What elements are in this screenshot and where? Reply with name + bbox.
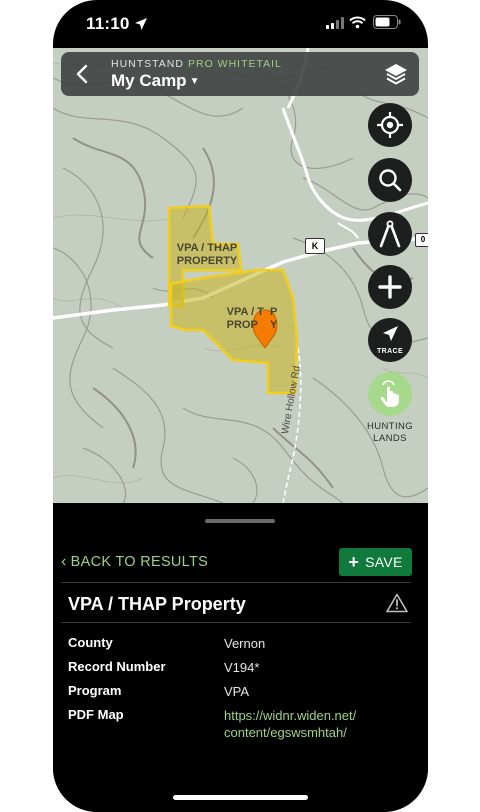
county-value: Vernon	[224, 636, 266, 651]
locate-button[interactable]	[368, 103, 412, 147]
camp-title: My Camp	[111, 71, 187, 90]
home-indicator	[173, 795, 308, 800]
status-time: 11:10	[86, 14, 130, 33]
status-bar: 11:10	[53, 0, 428, 48]
property-label-1: VPA / THAP PROPERTY	[176, 242, 238, 267]
divider	[61, 582, 411, 583]
save-label: SAVE	[365, 554, 403, 570]
program-value: VPA	[224, 684, 250, 699]
property-title: VPA / THAP Property	[68, 594, 246, 614]
add-button[interactable]	[368, 265, 412, 309]
divider	[61, 622, 411, 623]
save-button[interactable]: + SAVE	[339, 548, 412, 576]
chevron-left-icon: ‹	[61, 553, 67, 570]
pdf-map-label: PDF Map	[68, 707, 124, 722]
hunting-lands-button[interactable]	[368, 372, 412, 416]
road-shield-o: 0	[415, 233, 428, 247]
compass-icon	[379, 220, 401, 248]
layers-icon[interactable]	[383, 61, 409, 87]
hunting-lands-icon	[380, 380, 399, 407]
plus-icon: +	[348, 551, 360, 572]
pdf-map-link[interactable]: https://widnr.widen.net/ content/egswsmh…	[224, 707, 394, 741]
record-number-value: V194*	[224, 660, 260, 675]
search-icon	[379, 169, 402, 192]
back-to-results-button[interactable]: ‹ BACK TO RESULTS	[61, 553, 208, 571]
brand-tier: PRO WHITETAIL	[187, 58, 282, 70]
map-header: HUNTSTAND PRO WHITETAIL My Camp ▼	[61, 52, 419, 96]
trace-button[interactable]: TRACE	[368, 318, 412, 362]
brand-label: HUNTSTAND PRO WHITETAIL	[111, 58, 282, 70]
battery-icon	[373, 15, 401, 29]
locate-icon	[377, 112, 403, 138]
brand-name: HUNTSTAND	[111, 58, 184, 70]
trace-label: TRACE	[376, 348, 404, 355]
chevron-down-icon: ▼	[189, 76, 200, 87]
detail-sheet: ‹ BACK TO RESULTS + SAVE VPA / THAP Proper…	[53, 503, 428, 812]
signal-icon	[326, 17, 344, 29]
location-arrow-icon	[135, 18, 147, 30]
phone-screen: VPA / THAP PROPERTY VPA / T P PROP Y K 0…	[53, 0, 428, 812]
back-arrow-icon[interactable]	[71, 62, 95, 86]
camp-selector[interactable]: My Camp ▼	[111, 71, 199, 91]
property-label-2: VPA / T P PROP Y	[226, 306, 278, 331]
wifi-icon	[349, 16, 366, 29]
hunting-lands-label: HUNTING LANDS	[366, 421, 414, 444]
road-shield-k: K	[305, 238, 325, 254]
sheet-grabber[interactable]	[205, 519, 275, 523]
add-icon	[378, 275, 402, 299]
record-number-label: Record Number	[68, 659, 166, 674]
search-button[interactable]	[368, 158, 412, 202]
trace-icon	[383, 326, 398, 341]
measure-button[interactable]	[368, 212, 412, 256]
county-label: County	[68, 635, 113, 650]
back-to-results-label: BACK TO RESULTS	[70, 554, 209, 570]
program-label: Program	[68, 683, 122, 698]
warning-icon[interactable]	[386, 593, 408, 613]
